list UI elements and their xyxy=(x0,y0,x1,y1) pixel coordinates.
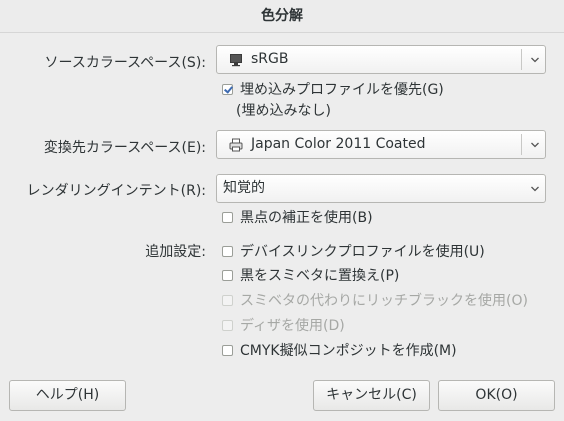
chevron-down-icon xyxy=(531,142,539,148)
checkbox-box[interactable] xyxy=(222,211,233,223)
cmyk-composite-checkbox[interactable]: CMYK擬似コンポジットを作成(M) xyxy=(222,340,457,360)
source-colorspace-select[interactable]: sRGB xyxy=(216,45,546,74)
combo-separator xyxy=(521,134,522,155)
chevron-down-icon xyxy=(531,57,539,63)
prefer-embedded-profile-label: 埋め込みプロファイルを優先(G) xyxy=(240,82,444,98)
help-button[interactable]: ヘルプ(H) xyxy=(9,380,126,411)
chevron-down-icon xyxy=(531,186,539,192)
destination-colorspace-select[interactable]: Japan Color 2011 Coated xyxy=(216,130,546,159)
checkbox-box xyxy=(222,319,233,331)
rendering-intent-label: レンダリングインテント(R): xyxy=(26,183,206,199)
black-point-compensation-checkbox[interactable]: 黒点の補正を使用(B) xyxy=(222,207,373,227)
black-point-compensation-label: 黒点の補正を使用(B) xyxy=(240,210,373,226)
printer-icon xyxy=(229,138,243,152)
replace-black-label: 黒をスミベタに置換え(P) xyxy=(240,268,400,284)
checkbox-box[interactable] xyxy=(222,344,233,356)
cmyk-composite-label: CMYK擬似コンポジットを作成(M) xyxy=(240,343,457,359)
prefer-embedded-profile-checkbox[interactable]: 埋め込みプロファイルを優先(G) xyxy=(222,79,444,99)
rich-black-label: スミベタの代わりにリッチブラックを使用(O) xyxy=(240,293,528,309)
use-devicelink-label: デバイスリンクプロファイルを使用(U) xyxy=(240,244,485,260)
dialog-title: 色分解 xyxy=(0,0,564,33)
checkbox-box xyxy=(222,294,233,306)
rich-black-checkbox: スミベタの代わりにリッチブラックを使用(O) xyxy=(222,290,528,310)
rendering-intent-select[interactable]: 知覚的 xyxy=(216,174,546,203)
destination-colorspace-label: 変換先カラースペース(E): xyxy=(43,140,206,156)
use-dither-checkbox: ディザを使用(D) xyxy=(222,315,345,335)
embedded-profile-status: (埋め込みなし) xyxy=(236,103,331,119)
combo-separator xyxy=(521,49,522,70)
source-colorspace-value: sRGB xyxy=(251,51,289,67)
destination-colorspace-value: Japan Color 2011 Coated xyxy=(251,136,426,152)
use-dither-label: ディザを使用(D) xyxy=(240,318,345,334)
use-devicelink-checkbox[interactable]: デバイスリンクプロファイルを使用(U) xyxy=(222,241,485,261)
rendering-intent-value: 知覚的 xyxy=(223,180,265,196)
replace-black-checkbox[interactable]: 黒をスミベタに置換え(P) xyxy=(222,265,399,285)
monitor-icon xyxy=(230,54,242,67)
ok-button[interactable]: OK(O) xyxy=(438,380,555,411)
additional-settings-label: 追加設定: xyxy=(145,244,206,260)
checkbox-box[interactable] xyxy=(222,83,233,95)
checkbox-box[interactable] xyxy=(222,245,233,257)
source-colorspace-label: ソースカラースペース(S): xyxy=(44,55,206,71)
cancel-button[interactable]: キャンセル(C) xyxy=(313,380,430,411)
checkbox-box[interactable] xyxy=(222,269,233,281)
